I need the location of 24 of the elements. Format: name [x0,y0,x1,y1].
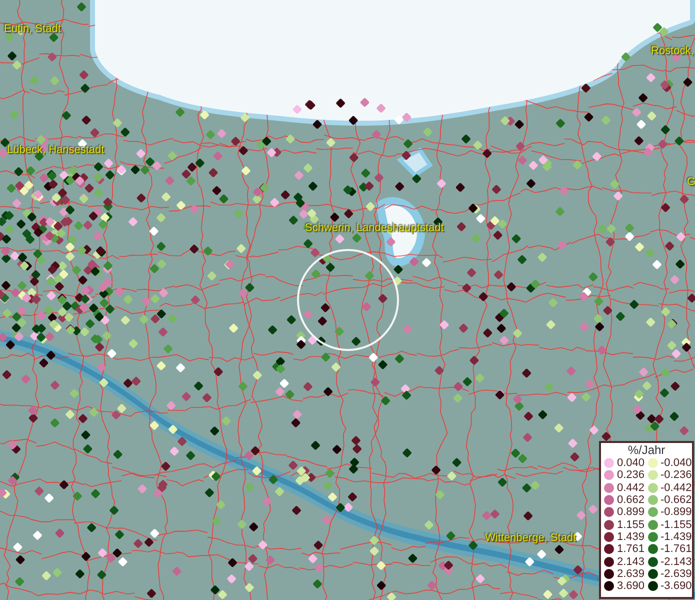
legend-label: 2.639 [617,568,645,580]
legend-label: -0.236 [660,469,692,482]
legend-label: -0.442 [660,482,692,494]
legend-label: -3.690 [660,580,692,592]
legend-label: 0.236 [617,469,645,482]
legend-label: -0.040 [660,457,692,470]
legend-label: 0.040 [617,457,645,470]
legend-label: 1.439 [617,530,645,543]
legend-label: 0.899 [617,506,645,518]
place-label: G [687,176,695,188]
legend-label: 1.761 [617,543,645,556]
legend-label: -1.761 [660,543,692,556]
legend-title: %/Jahr [628,444,666,457]
legend-label: 0.442 [617,482,645,494]
legend-label: 2.143 [617,556,645,568]
legend-label: -0.899 [660,506,692,518]
legend-label: -2.143 [660,556,692,568]
legend-label: -2.639 [660,568,692,580]
legend-label: 3.690 [617,580,645,592]
legend-label: 0.662 [617,494,645,506]
legend-label: -1.155 [660,518,692,531]
legend-label: -1.439 [660,530,692,543]
legend-label: -0.662 [660,494,692,506]
legend-label: 1.155 [617,518,645,531]
